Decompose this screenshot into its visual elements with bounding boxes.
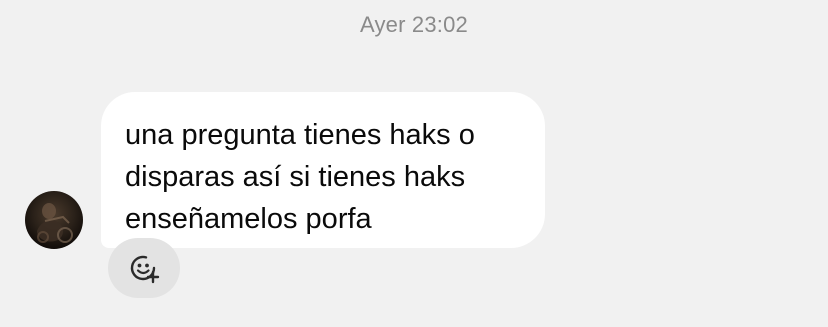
message-timestamp: Ayer 23:02 <box>359 12 468 37</box>
message-text-line: enseñamelos porfa <box>125 203 372 235</box>
add-reaction-icon <box>130 255 160 284</box>
message-text-line: disparas así si tienes haks <box>125 161 466 193</box>
add-reaction-button[interactable] <box>108 238 180 298</box>
avatar-image <box>37 203 73 243</box>
message-bubble[interactable]: una pregunta tienes haks o disparas así … <box>101 92 545 248</box>
sender-avatar[interactable] <box>25 191 83 249</box>
message-text-line: una pregunta tienes haks o <box>125 119 475 151</box>
